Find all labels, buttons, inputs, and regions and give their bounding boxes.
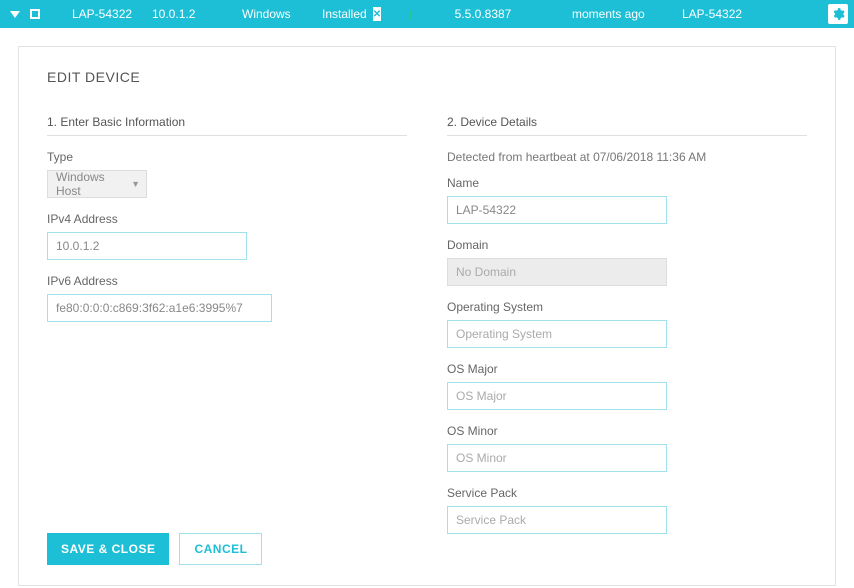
cancel-button[interactable]: CANCEL <box>179 533 262 565</box>
os-minor-input[interactable] <box>447 444 667 472</box>
detected-text: Detected from heartbeat at 07/06/2018 11… <box>447 150 807 164</box>
os-label: Operating System <box>447 300 807 314</box>
os-major-label: OS Major <box>447 362 807 376</box>
os-input[interactable] <box>447 320 667 348</box>
sp-label: Service Pack <box>447 486 807 500</box>
checkbox[interactable] <box>30 9 40 19</box>
os-cell: Windows <box>228 7 308 21</box>
section1-head: 1. Enter Basic Information <box>47 115 407 136</box>
name-label: Name <box>447 176 807 190</box>
chevron-down-icon: ▼ <box>131 179 140 189</box>
domain-label: Domain <box>447 238 807 252</box>
save-close-button[interactable]: SAVE & CLOSE <box>47 533 169 565</box>
col-device-details: 2. Device Details Detected from heartbea… <box>447 115 807 548</box>
lastseen-cell: moments ago <box>558 7 668 21</box>
os-major-input[interactable] <box>447 382 667 410</box>
version-cell: 5.5.0.8387 <box>408 7 558 21</box>
ipv4-label: IPv4 Address <box>47 212 407 226</box>
ipv6-input[interactable] <box>47 294 272 322</box>
ip-cell: 10.0.1.2 <box>138 7 228 21</box>
device-row: LAP-54322 10.0.1.2 Windows Installed ✕ ↑… <box>0 0 854 28</box>
actions: SAVE & CLOSE CANCEL <box>47 533 262 565</box>
gear-icon[interactable] <box>828 4 848 24</box>
status-text: Installed <box>322 7 367 21</box>
expand-icon[interactable] <box>10 11 20 18</box>
section2-head: 2. Device Details <box>447 115 807 136</box>
sp-input[interactable] <box>447 506 667 534</box>
os-minor-label: OS Minor <box>447 424 807 438</box>
panel-title: EDIT DEVICE <box>47 69 807 85</box>
status-cell: Installed ✕ ↑ <box>308 6 408 22</box>
domain-input: No Domain <box>447 258 667 286</box>
ipv6-label: IPv6 Address <box>47 274 407 288</box>
type-select[interactable]: Windows Host ▼ <box>47 170 147 198</box>
hostname2-cell: LAP-54322 <box>668 7 758 21</box>
type-label: Type <box>47 150 407 164</box>
name-input[interactable] <box>447 196 667 224</box>
col-basic-info: 1. Enter Basic Information Type Windows … <box>47 115 407 548</box>
ipv4-input[interactable] <box>47 232 247 260</box>
edit-device-panel: EDIT DEVICE 1. Enter Basic Information T… <box>18 46 836 586</box>
type-value: Windows Host <box>56 170 131 198</box>
hostname-cell[interactable]: LAP-54322 <box>58 7 138 21</box>
status-x-icon[interactable]: ✕ <box>373 7 381 21</box>
